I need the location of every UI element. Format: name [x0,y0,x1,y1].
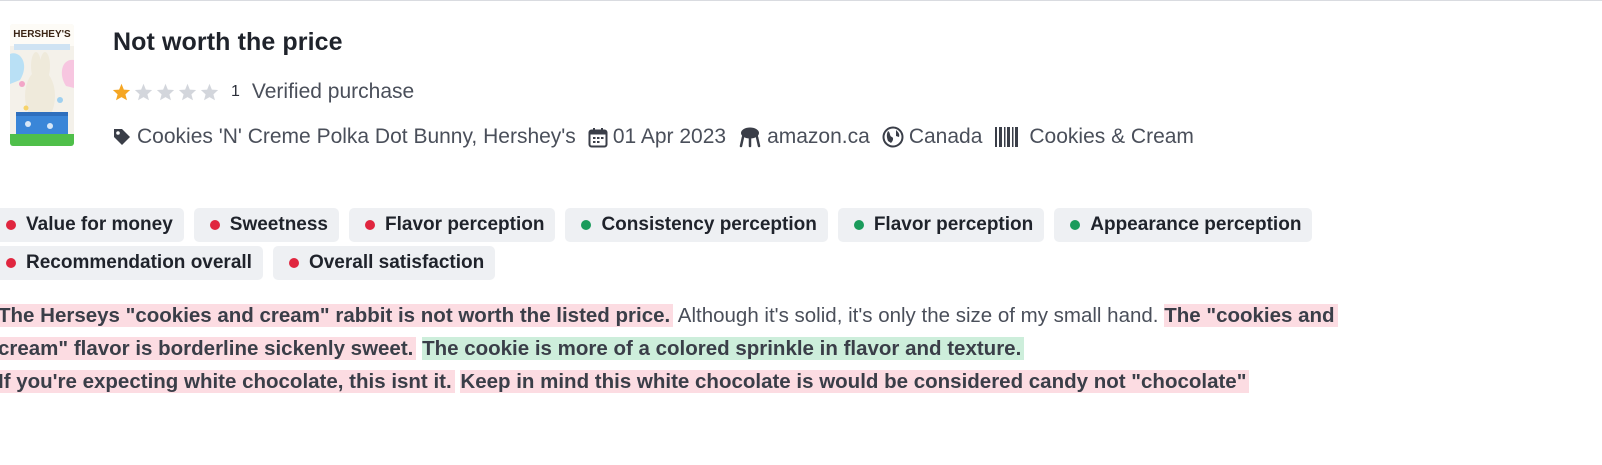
star-rating [112,83,219,101]
negative-highlight[interactable]: cream" flavor is borderline sickenly swe… [0,337,417,360]
aspect-tag[interactable]: Appearance perception [1054,208,1313,242]
aspect-tag[interactable]: Consistency perception [565,208,828,242]
meta-date-text: 01 Apr 2023 [612,125,727,148]
review-meta: Cookies 'N' Creme Polka Dot Bunny, Hersh… [112,122,1194,152]
star-empty-icon [156,83,175,101]
aspect-tag-label: Flavor perception [873,214,1034,235]
review-line: If you're expecting white chocolate, thi… [0,365,1558,398]
aspect-tag-label: Appearance perception [1090,214,1302,235]
negative-dot-icon [365,220,376,230]
calendar-icon [588,127,608,148]
aspect-tag[interactable]: Recommendation overall [0,246,263,280]
aspect-tag-label: Recommendation overall [26,252,252,273]
negative-dot-icon [209,220,220,230]
meta-flavor: Cookies & Cream [994,125,1194,149]
review-line: The Herseys "cookies and cream" rabbit i… [0,299,1558,332]
product-image-brand: HERSHEY'S [13,29,71,40]
meta-source[interactable]: amazon.ca [738,125,870,149]
review-body: The Herseys "cookies and cream" rabbit i… [0,299,1558,398]
aspect-tag[interactable]: Value for money [0,208,184,242]
aspect-tag[interactable]: Flavor perception [837,208,1045,242]
star-empty-icon [178,83,197,101]
aspect-tag-label: Overall satisfaction [308,252,485,273]
star-empty-icon [200,83,219,101]
aspect-tag-label: Value for money [26,214,173,235]
barcode-icon [994,126,1020,148]
positive-dot-icon [853,220,864,230]
meta-country: Canada [882,125,983,149]
negative-highlight[interactable]: The "cookies and [1164,304,1338,327]
rating-row: 1 Verified purchase [112,78,414,106]
tag-row: Value for money Sweetness Flavor percept… [0,208,1390,242]
rating-count: 1 [231,83,240,100]
review-line: cream" flavor is borderline sickenly swe… [0,332,1558,365]
review-title: Not worth the price [113,28,343,56]
negative-dot-icon [6,258,16,268]
negative-highlight[interactable]: Keep in mind this white chocolate is wou… [460,370,1250,393]
tag-row: Recommendation overall Overall satisfact… [0,246,1390,280]
meta-date: 01 Apr 2023 [588,125,726,149]
aspect-tag-label: Sweetness [229,214,329,235]
meta-product[interactable]: Cookies 'N' Creme Polka Dot Bunny, Hersh… [112,125,576,149]
positive-dot-icon [1070,220,1081,230]
aspect-tag-label: Flavor perception [385,214,545,235]
aspect-tag-label: Consistency perception [601,214,817,235]
verified-purchase-label: Verified purchase [251,80,415,103]
product-image[interactable]: HERSHEY'S [10,24,74,146]
aspect-tag[interactable]: Sweetness [193,208,340,242]
meta-product-text: Cookies 'N' Creme Polka Dot Bunny, Hersh… [137,125,576,148]
positive-dot-icon [581,220,592,230]
review-sentence: Although it's solid, it's only the size … [677,304,1159,327]
globe-icon [882,126,904,148]
aspect-tag[interactable]: Overall satisfaction [272,246,496,280]
top-divider [0,0,1602,1]
meta-country-text: Canada [908,125,983,148]
positive-highlight[interactable]: The cookie is more of a colored sprinkle… [422,337,1025,360]
meta-source-text: amazon.ca [767,125,870,148]
star-empty-icon [134,83,153,101]
negative-dot-icon [288,258,299,268]
store-icon [738,126,762,148]
negative-highlight[interactable]: The Herseys "cookies and cream" rabbit i… [0,304,674,327]
star-filled-icon [112,83,131,101]
negative-dot-icon [6,220,16,230]
meta-flavor-text: Cookies & Cream [1029,125,1194,148]
negative-highlight[interactable]: If you're expecting white chocolate, thi… [0,370,455,393]
tag-icon [112,127,132,147]
aspect-tags: Value for money Sweetness Flavor percept… [0,208,1390,284]
aspect-tag[interactable]: Flavor perception [349,208,556,242]
